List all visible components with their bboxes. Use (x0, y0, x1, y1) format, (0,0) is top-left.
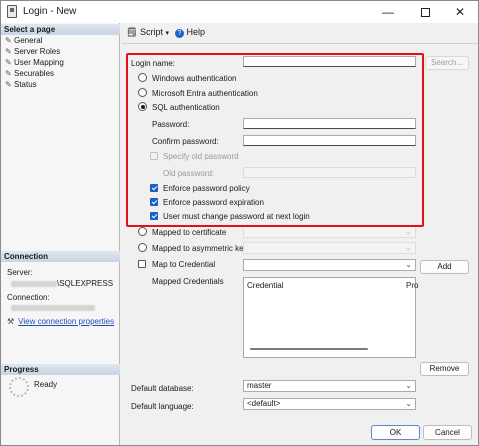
chevron-down-icon: ▾ (165, 30, 169, 37)
window-title: Login - New (23, 6, 77, 17)
remove-button[interactable]: Remove (420, 362, 469, 376)
help-button[interactable]: ? Help (175, 27, 205, 38)
script-button[interactable]: 🗒 Script ▾ (126, 27, 169, 38)
old-password-input[interactable] (243, 167, 416, 178)
password-label: Password: (152, 120, 190, 129)
sidebar-item-status[interactable]: ✎ Status (5, 79, 37, 90)
sidebar-item-user-mapping[interactable]: ✎ User Mapping (5, 57, 64, 68)
server-label: Server: (7, 268, 33, 277)
confirm-password-label: Confirm password: (152, 137, 219, 146)
enforce-policy-label: Enforce password policy (163, 184, 250, 193)
close-button[interactable]: ✕ (442, 1, 478, 23)
redacted-server-name (11, 280, 57, 287)
must-change-checkbox[interactable] (150, 212, 158, 220)
map-credential-label: Map to Credential (152, 260, 216, 269)
specify-old-password-checkbox[interactable] (150, 152, 158, 160)
login-name-label: Login name: (131, 59, 176, 68)
map-credential-checkbox[interactable] (138, 260, 146, 268)
mapped-cert-radio[interactable] (138, 227, 147, 236)
connection-header: Connection (1, 251, 120, 262)
grid-header-provider: Pro (406, 281, 419, 290)
wrench-icon: ✎ (5, 47, 12, 56)
default-database-select[interactable]: master ⌄ (243, 380, 416, 392)
default-language-select[interactable]: <default> ⌄ (243, 398, 416, 410)
certificate-select[interactable]: ⌄ (243, 226, 416, 238)
sidebar-item-label: General (14, 36, 43, 45)
wrench-icon: ✎ (5, 80, 12, 89)
add-button[interactable]: Add (420, 260, 469, 274)
connection-label: Connection: (7, 293, 50, 302)
progress-status: Ready (34, 380, 58, 389)
progress-header: Progress (1, 364, 120, 375)
enforce-expiration-checkbox[interactable] (150, 198, 158, 206)
toolbar: 🗒 Script ▾ ? Help (122, 23, 478, 43)
wrench-icon: ✎ (5, 58, 12, 67)
mapped-cert-label: Mapped to certificate (152, 228, 227, 237)
enforce-policy-checkbox[interactable] (150, 184, 158, 192)
wrench-icon: ✎ (5, 69, 12, 78)
asymmetric-key-select[interactable]: ⌄ (243, 242, 416, 254)
progress-spinner-icon (9, 377, 29, 397)
chevron-down-icon: ⌄ (405, 381, 412, 390)
ok-button[interactable]: OK (371, 425, 420, 440)
sidebar-item-label: Securables (14, 69, 55, 78)
sidebar-item-label: Server Roles (14, 47, 61, 56)
help-icon: ? (175, 29, 184, 38)
sidebar-item-label: Status (14, 80, 37, 89)
mapped-credentials-label: Mapped Credentials (152, 277, 224, 286)
password-input[interactable] (243, 118, 416, 129)
properties-icon: ⚒ (7, 317, 15, 326)
enforce-expiration-label: Enforce password expiration (163, 198, 264, 207)
select-page-header: Select a page (1, 24, 120, 35)
maximize-icon (420, 8, 430, 18)
old-password-label: Old password: (163, 169, 215, 178)
sql-auth-label: SQL authentication (152, 103, 220, 112)
cancel-button[interactable]: Cancel (423, 425, 472, 440)
chevron-down-icon: ⌄ (405, 227, 412, 236)
login-name-input[interactable] (243, 56, 416, 67)
sidebar-item-server-roles[interactable]: ✎ Server Roles (5, 46, 60, 57)
credential-select[interactable]: ⌄ (243, 259, 416, 271)
sql-auth-radio[interactable] (138, 102, 147, 111)
mapped-credentials-grid[interactable]: Credential Pro (243, 277, 419, 358)
search-button[interactable]: Search... (425, 56, 469, 70)
mapped-asym-label: Mapped to asymmetric key (152, 244, 248, 253)
confirm-password-input[interactable] (243, 135, 416, 146)
server-instance: \SQLEXPRESS (57, 279, 114, 288)
sidebar-item-general[interactable]: ✎ General (5, 35, 42, 46)
entra-auth-radio[interactable] (138, 88, 147, 97)
default-language-label: Default language: (131, 402, 194, 411)
grid-header-credential: Credential (247, 281, 284, 290)
entra-auth-label: Microsoft Entra authentication (152, 89, 258, 98)
minimize-button[interactable]: — (370, 1, 406, 23)
connection-value (11, 303, 95, 312)
view-connection-properties-link[interactable]: ⚒ View connection properties (7, 317, 114, 326)
windows-auth-radio[interactable] (138, 73, 147, 82)
sidebar: Select a page ✎ General ✎ Server Roles ✎ Us… (1, 23, 120, 445)
chevron-down-icon: ⌄ (405, 260, 412, 269)
windows-auth-label: Windows authentication (152, 74, 237, 83)
maximize-button[interactable] (407, 1, 443, 23)
mapped-asym-radio[interactable] (138, 243, 147, 252)
script-icon: 🗒 (126, 27, 138, 37)
redacted-connection (11, 304, 95, 311)
app-icon (7, 5, 17, 18)
horizontal-scrollbar[interactable] (250, 348, 368, 350)
chevron-down-icon: ⌄ (405, 399, 412, 408)
default-database-label: Default database: (131, 384, 194, 393)
general-page-content: Login name: Search... Windows authentica… (122, 44, 478, 419)
title-bar: Login - New — ✕ (1, 1, 478, 23)
sidebar-item-label: User Mapping (14, 58, 64, 67)
wrench-icon: ✎ (5, 36, 12, 45)
specify-old-password-label: Specify old password (163, 152, 239, 161)
login-new-window: Login - New — ✕ Select a page ✎ General ✎… (0, 0, 479, 446)
must-change-label: User must change password at next login (163, 212, 310, 221)
server-value: \SQLEXPRESS (11, 279, 113, 288)
sidebar-item-securables[interactable]: ✎ Securables (5, 68, 54, 79)
chevron-down-icon: ⌄ (405, 243, 412, 252)
